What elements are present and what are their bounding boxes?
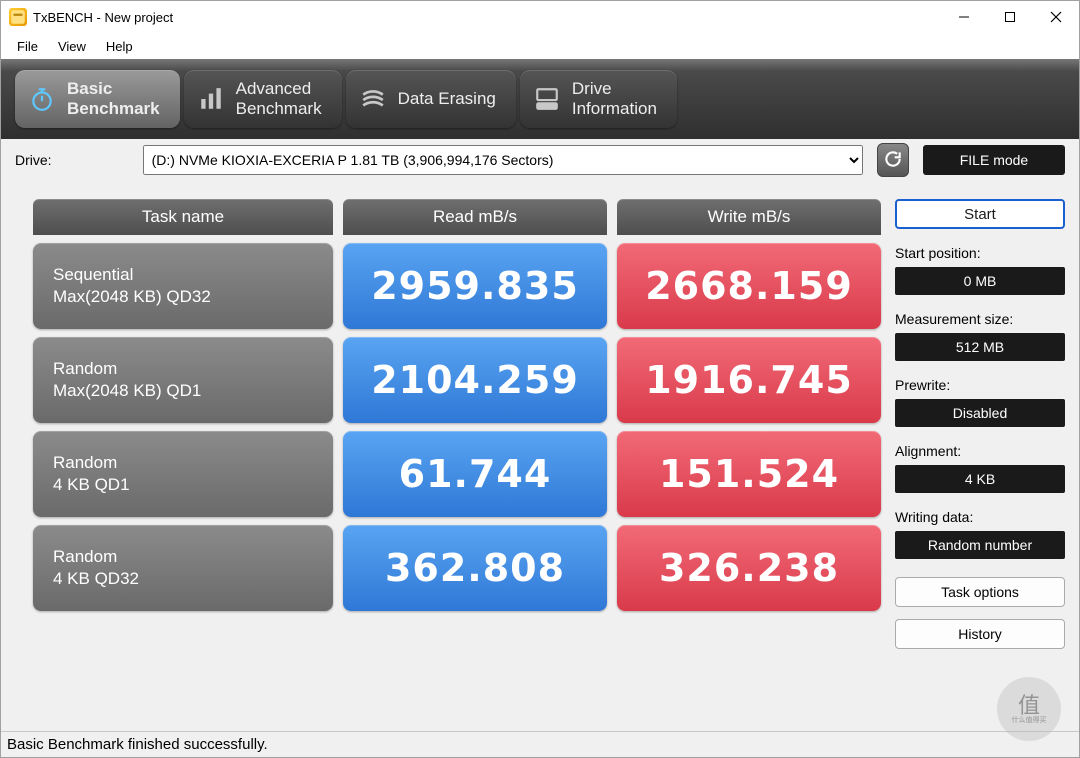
start-position-value[interactable]: 0 MB [895,267,1065,295]
drive-icon [534,86,560,112]
nav-label: Data Erasing [398,89,496,109]
writing-data-label: Writing data: [895,509,1065,525]
refresh-button[interactable] [877,143,909,177]
minimize-button[interactable] [941,1,987,33]
header-write: Write mB/s [617,199,881,235]
stopwatch-icon [29,86,55,112]
result-row: Sequential Max(2048 KB) QD32 2959.835 26… [33,243,881,329]
menu-view[interactable]: View [48,37,96,56]
measurement-size-value[interactable]: 512 MB [895,333,1065,361]
close-button[interactable] [1033,1,1079,33]
read-value: 2959.835 [343,243,607,329]
tab-basic-benchmark[interactable]: BasicBenchmark [15,70,180,128]
task-line2: Max(2048 KB) QD32 [53,286,313,308]
write-value: 1916.745 [617,337,881,423]
prewrite-label: Prewrite: [895,377,1065,393]
nav-label: Information [572,99,657,119]
side-panel: Start Start position: 0 MB Measurement s… [895,199,1065,723]
menu-help[interactable]: Help [96,37,143,56]
tab-drive-information[interactable]: DriveInformation [520,70,677,128]
read-value: 61.744 [343,431,607,517]
result-row: Random 4 KB QD1 61.744 151.524 [33,431,881,517]
task-line2: 4 KB QD32 [53,568,313,590]
result-row: Random Max(2048 KB) QD1 2104.259 1916.74… [33,337,881,423]
status-bar: Basic Benchmark finished successfully. [1,731,1079,757]
write-value: 151.524 [617,431,881,517]
prewrite-value[interactable]: Disabled [895,399,1065,427]
task-cell: Random 4 KB QD1 [33,431,333,517]
status-text: Basic Benchmark finished successfully. [7,736,268,753]
nav-label: Basic [67,79,160,99]
bar-chart-icon [198,86,224,112]
drive-row: Drive: (D:) NVMe KIOXIA-EXCERIA P 1.81 T… [1,139,1079,181]
nav-label: Benchmark [67,99,160,119]
result-row: Random 4 KB QD32 362.808 326.238 [33,525,881,611]
window-title: TxBENCH - New project [33,10,173,25]
title-bar: TxBENCH - New project [1,1,1079,33]
refresh-icon [883,149,903,172]
task-line1: Random [53,546,313,568]
results-panel: Task name Read mB/s Write mB/s Sequentia… [33,199,881,723]
writing-data-value[interactable]: Random number [895,531,1065,559]
nav-label: Drive [572,79,657,99]
menu-file[interactable]: File [7,37,48,56]
write-value: 2668.159 [617,243,881,329]
file-mode-button[interactable]: FILE mode [923,145,1065,175]
task-line2: Max(2048 KB) QD1 [53,380,313,402]
menu-bar: File View Help [1,33,1079,59]
history-button[interactable]: History [895,619,1065,649]
tab-advanced-benchmark[interactable]: AdvancedBenchmark [184,70,342,128]
nav-label: Benchmark [236,99,322,119]
header-task: Task name [33,199,333,235]
task-line1: Random [53,358,313,380]
start-button[interactable]: Start [895,199,1065,229]
body-area: Drive: (D:) NVMe KIOXIA-EXCERIA P 1.81 T… [1,139,1079,757]
maximize-button[interactable] [987,1,1033,33]
task-line1: Sequential [53,264,313,286]
task-line2: 4 KB QD1 [53,474,313,496]
measurement-size-label: Measurement size: [895,311,1065,327]
task-line1: Random [53,452,313,474]
nav-label: Advanced [236,79,322,99]
app-window: TxBENCH - New project File View Help Bas… [0,0,1080,758]
task-cell: Random Max(2048 KB) QD1 [33,337,333,423]
alignment-label: Alignment: [895,443,1065,459]
read-value: 2104.259 [343,337,607,423]
window-controls [941,1,1079,33]
main-content: Task name Read mB/s Write mB/s Sequentia… [1,181,1079,731]
alignment-value[interactable]: 4 KB [895,465,1065,493]
drive-select[interactable]: (D:) NVMe KIOXIA-EXCERIA P 1.81 TB (3,90… [143,145,863,175]
app-icon [9,8,27,26]
drive-label: Drive: [15,152,129,168]
read-value: 362.808 [343,525,607,611]
erase-icon [360,86,386,112]
nav-strip: BasicBenchmark AdvancedBenchmark Data Er… [1,59,1079,139]
header-read: Read mB/s [343,199,607,235]
task-cell: Sequential Max(2048 KB) QD32 [33,243,333,329]
task-options-button[interactable]: Task options [895,577,1065,607]
task-cell: Random 4 KB QD32 [33,525,333,611]
tab-data-erasing[interactable]: Data Erasing [346,70,516,128]
start-position-label: Start position: [895,245,1065,261]
header-row: Task name Read mB/s Write mB/s [33,199,881,235]
write-value: 326.238 [617,525,881,611]
